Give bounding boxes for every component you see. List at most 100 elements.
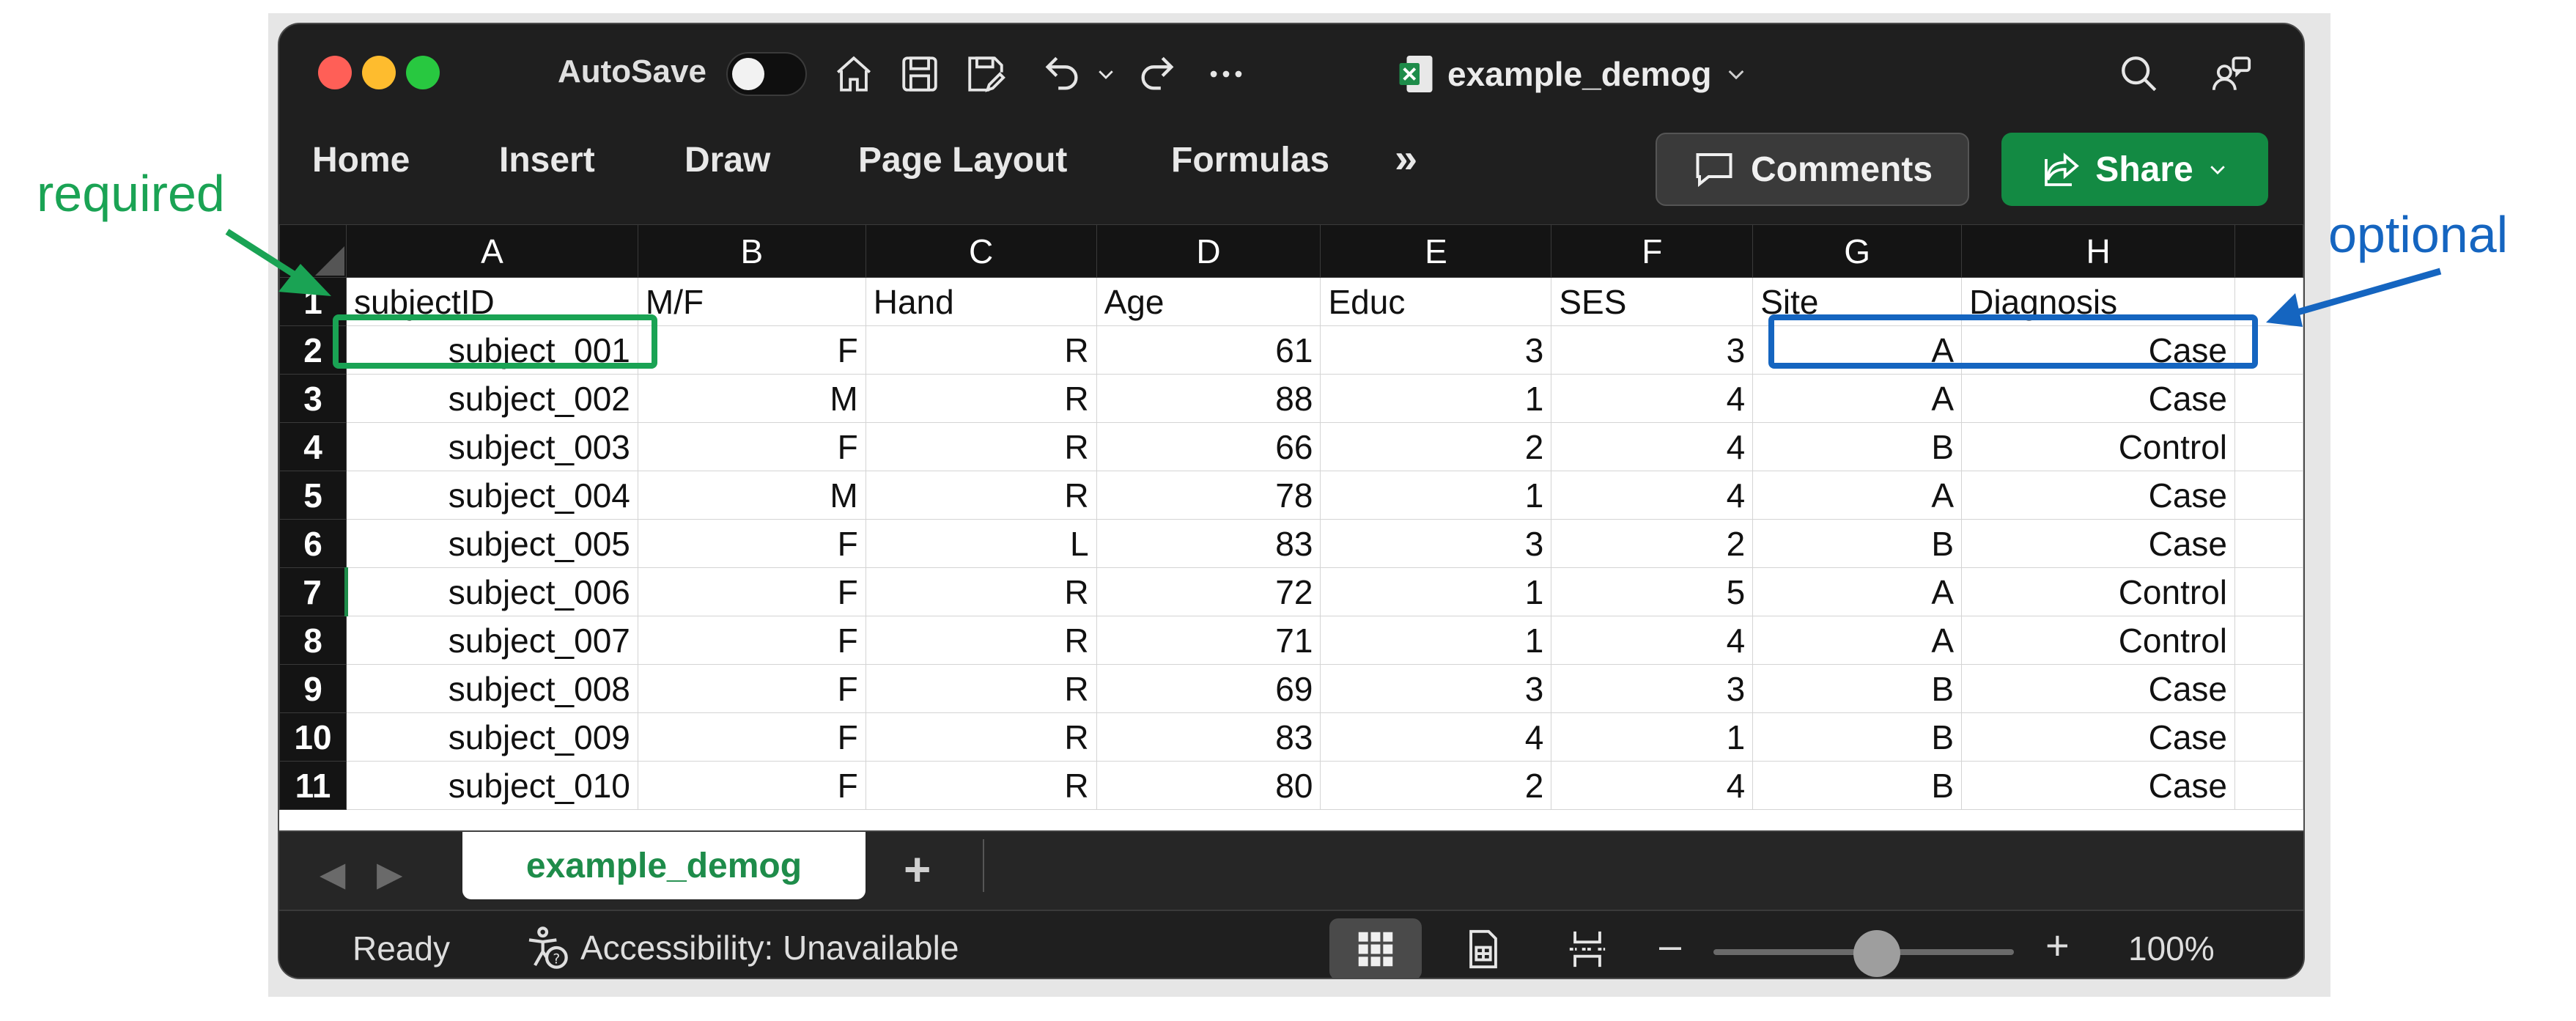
cell[interactable]: 69 <box>1096 664 1321 713</box>
cell[interactable]: B <box>1752 761 1963 810</box>
spreadsheet-grid[interactable]: A B C D E F G H 1 subjectID M/F Hand Age… <box>279 224 2303 830</box>
autosave-toggle[interactable] <box>726 52 807 96</box>
close-window-button[interactable] <box>318 56 352 89</box>
row-header[interactable]: 4 <box>279 422 347 471</box>
cell[interactable]: R <box>865 664 1097 713</box>
row-header[interactable]: 10 <box>279 712 347 762</box>
cell[interactable]: 4 <box>1551 471 1754 520</box>
cell[interactable]: 83 <box>1096 519 1321 568</box>
cell[interactable]: 3 <box>1551 664 1754 713</box>
cell[interactable]: 5 <box>1551 567 1754 616</box>
cell[interactable]: B <box>1752 664 1963 713</box>
cell[interactable]: R <box>865 422 1097 471</box>
cell[interactable]: Case <box>1961 761 2235 810</box>
maximize-window-button[interactable] <box>406 56 440 89</box>
cell[interactable]: F <box>637 325 866 375</box>
column-header-b[interactable]: B <box>637 224 866 278</box>
cell[interactable]: 1 <box>1551 712 1754 762</box>
page-layout-view-button[interactable] <box>1437 918 1529 978</box>
cell[interactable]: subject_002 <box>345 374 638 423</box>
cell[interactable]: A <box>1752 374 1963 423</box>
cell[interactable]: Control <box>1961 567 2235 616</box>
tab-insert[interactable]: Insert <box>499 140 595 180</box>
cell[interactable]: 3 <box>1551 325 1754 375</box>
cell[interactable]: 78 <box>1096 471 1321 520</box>
cell[interactable]: F <box>637 422 866 471</box>
empty-cell[interactable] <box>2234 761 2303 810</box>
page-break-view-button[interactable] <box>1541 918 1634 978</box>
cell[interactable]: 2 <box>1320 422 1552 471</box>
column-header-i[interactable] <box>2234 224 2303 278</box>
zoom-in-button[interactable]: + <box>2045 921 2070 969</box>
cell[interactable]: 2 <box>1320 761 1552 810</box>
previous-sheet-arrow-icon[interactable]: ◀ <box>320 854 345 893</box>
save-as-icon[interactable] <box>962 51 1009 97</box>
empty-cell[interactable] <box>2234 712 2303 762</box>
cell[interactable]: 80 <box>1096 761 1321 810</box>
cell[interactable]: R <box>865 374 1097 423</box>
column-header-d[interactable]: D <box>1096 224 1321 278</box>
cell[interactable]: F <box>637 712 866 762</box>
cell[interactable]: subject_010 <box>345 761 638 810</box>
sheet-tab-example-demog[interactable]: example_demog <box>462 832 866 899</box>
select-all-corner[interactable] <box>279 224 347 278</box>
cell[interactable]: 4 <box>1320 712 1552 762</box>
empty-cell[interactable] <box>2234 664 2303 713</box>
save-icon[interactable] <box>896 51 943 97</box>
cell[interactable]: 4 <box>1551 422 1754 471</box>
row-header[interactable]: 3 <box>279 374 347 423</box>
column-header-c[interactable]: C <box>865 224 1097 278</box>
cell[interactable]: 1 <box>1320 471 1552 520</box>
cell[interactable]: Case <box>1961 374 2235 423</box>
cell[interactable]: subject_006 <box>345 567 638 616</box>
undo-dropdown-icon[interactable] <box>1091 51 1121 97</box>
column-header-f[interactable]: F <box>1551 224 1754 278</box>
share-button[interactable]: Share <box>2001 133 2268 206</box>
cell[interactable]: 3 <box>1320 519 1552 568</box>
row-header[interactable]: 11 <box>279 761 347 810</box>
cell[interactable]: 61 <box>1096 325 1321 375</box>
header-cell[interactable]: M/F <box>637 277 866 326</box>
cell[interactable]: Control <box>1961 616 2235 665</box>
tab-formulas[interactable]: Formulas <box>1171 140 1329 180</box>
cell[interactable]: 4 <box>1551 374 1754 423</box>
zoom-level[interactable]: 100% <box>2128 929 2215 968</box>
zoom-slider-thumb[interactable] <box>1853 930 1900 977</box>
cell[interactable]: Case <box>1961 664 2235 713</box>
redo-icon[interactable] <box>1134 51 1181 97</box>
cell[interactable]: 4 <box>1551 616 1754 665</box>
cell[interactable]: 1 <box>1320 616 1552 665</box>
cell[interactable]: A <box>1752 567 1963 616</box>
cell[interactable]: 71 <box>1096 616 1321 665</box>
cell[interactable]: M <box>637 374 866 423</box>
cell[interactable]: B <box>1752 519 1963 568</box>
column-header-h[interactable]: H <box>1961 224 2235 278</box>
row-header[interactable]: 9 <box>279 664 347 713</box>
more-options-icon[interactable] <box>1203 51 1250 97</box>
column-header-e[interactable]: E <box>1320 224 1552 278</box>
cell[interactable]: F <box>637 616 866 665</box>
cell[interactable]: F <box>637 519 866 568</box>
cell[interactable]: M <box>637 471 866 520</box>
cell[interactable]: subject_009 <box>345 712 638 762</box>
empty-cell[interactable] <box>2234 616 2303 665</box>
cell[interactable]: R <box>865 567 1097 616</box>
normal-view-button[interactable] <box>1329 918 1422 978</box>
column-header-a[interactable]: A <box>345 224 638 278</box>
empty-cell[interactable] <box>2234 374 2303 423</box>
more-tabs-button[interactable]: » <box>1395 134 1417 182</box>
cell[interactable]: Case <box>1961 471 2235 520</box>
cell[interactable]: R <box>865 616 1097 665</box>
cell[interactable]: 4 <box>1551 761 1754 810</box>
cell[interactable]: 3 <box>1320 325 1552 375</box>
cell[interactable]: 3 <box>1320 664 1552 713</box>
comments-button[interactable]: Comments <box>1656 133 1969 206</box>
cell[interactable]: subject_004 <box>345 471 638 520</box>
minimize-window-button[interactable] <box>362 56 396 89</box>
cell[interactable]: F <box>637 567 866 616</box>
cell[interactable]: 83 <box>1096 712 1321 762</box>
accessibility-status[interactable]: ? Accessibility: Unavailable <box>523 924 959 971</box>
cell[interactable]: Case <box>1961 519 2235 568</box>
tab-draw[interactable]: Draw <box>684 140 770 180</box>
cell[interactable]: R <box>865 471 1097 520</box>
